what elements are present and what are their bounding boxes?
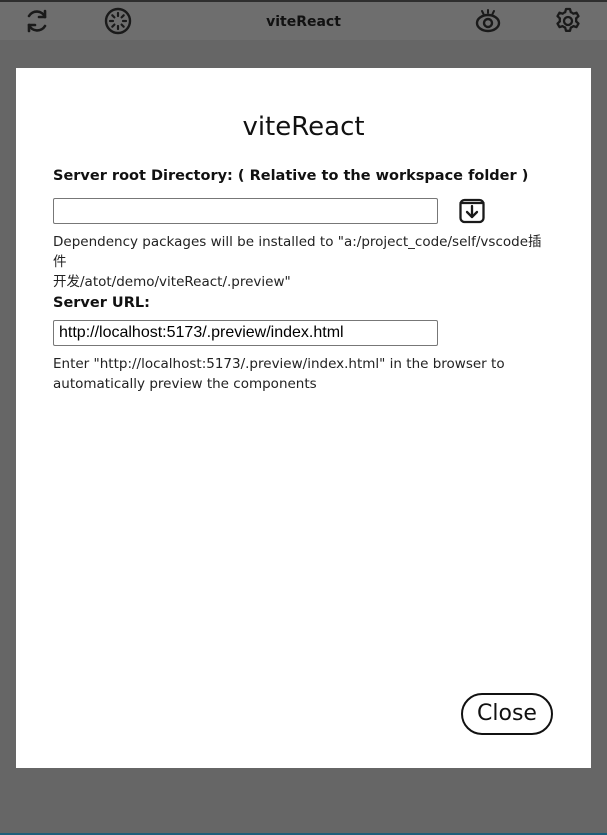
- toolbar-title: viteReact: [266, 14, 341, 30]
- server-url-hint-line1: Enter "http://localhost:5173/.preview/in…: [53, 356, 505, 372]
- root-dir-label: Server root Directory: ( Relative to the…: [53, 168, 529, 184]
- server-url-label: Server URL:: [53, 295, 150, 311]
- refresh-icon[interactable]: [21, 5, 53, 37]
- root-dir-hint: Dependency packages will be installed to…: [53, 232, 553, 292]
- download-icon[interactable]: [457, 195, 487, 225]
- root-dir-input[interactable]: [53, 198, 438, 224]
- preview-eye-icon[interactable]: [472, 5, 504, 37]
- loading-spinner-icon[interactable]: [102, 5, 134, 37]
- close-button[interactable]: Close: [461, 693, 553, 735]
- server-url-hint: Enter "http://localhost:5173/.preview/in…: [53, 354, 553, 394]
- root-dir-hint-line1: Dependency packages will be installed to…: [53, 234, 542, 270]
- settings-dialog: viteReact Server root Directory: ( Relat…: [16, 68, 591, 768]
- root-dir-hint-line2: 开发/atot/demo/viteReact/.preview": [53, 274, 291, 290]
- server-url-input[interactable]: [53, 320, 438, 346]
- settings-gear-icon[interactable]: [552, 5, 584, 37]
- toolbar: viteReact: [0, 2, 607, 40]
- server-url-hint-line2: automatically preview the components: [53, 376, 317, 392]
- dialog-title: viteReact: [242, 112, 365, 142]
